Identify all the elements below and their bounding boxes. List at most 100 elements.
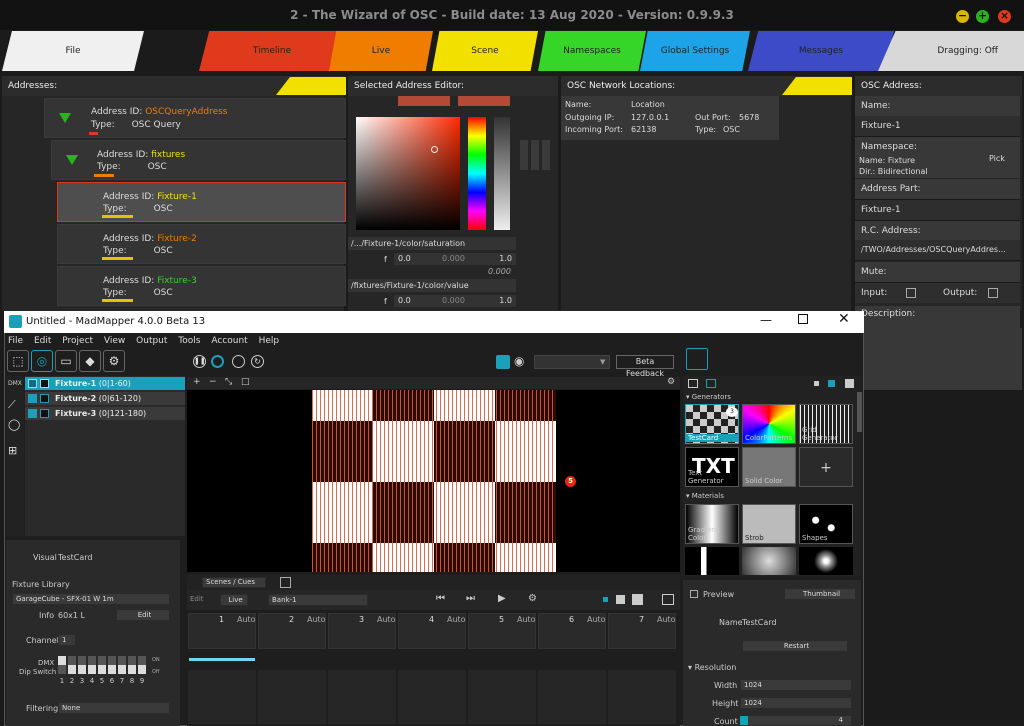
mode-toggle-icon[interactable] [232,355,245,368]
menu-output[interactable]: Output [136,336,167,346]
dmx-tool-label[interactable]: DMX [8,380,22,387]
bank-select[interactable]: Bank-1 [268,594,368,606]
cue-cell[interactable]: 5 Auto [468,613,536,649]
material-thumb[interactable] [799,547,853,575]
cue-cell[interactable]: 1 Auto [188,613,256,661]
address-item[interactable]: Address ID: fixtures Type: OSC [51,140,346,180]
material-thumb[interactable] [685,547,739,575]
dip-toggle[interactable] [128,656,136,674]
mm-maximize-icon[interactable] [798,314,808,324]
scenes-cues-select[interactable]: Scenes / Cues [202,577,266,588]
line-tool-icon[interactable]: ⟋ [8,398,16,412]
cue-cell[interactable]: 4 Auto [398,613,466,649]
mm-minimize-icon[interactable]: — [760,313,772,327]
library-scrollbar[interactable] [857,392,862,432]
edit-fixture-button[interactable]: Edit [116,609,170,621]
zoom-out-icon[interactable]: − [209,377,217,387]
lighting-icon[interactable]: ◎ [31,350,53,372]
expand-triangle-icon[interactable] [59,113,71,123]
frame-icon[interactable]: □ [241,377,250,387]
add-generator-button[interactable]: + [799,447,853,487]
previous-icon[interactable]: ⏮ [436,593,445,604]
namespace-value[interactable]: Name: Fixture Dir.: Bidirectional Pick [855,154,1020,178]
tab-messages[interactable]: Messages [748,31,894,71]
thumbnail-select[interactable]: Thumbnail [784,588,856,600]
generator-grid[interactable]: Grid Generator [799,404,853,444]
cubes-icon[interactable]: ◆ [79,350,101,372]
material-thumb[interactable] [742,547,796,575]
lock-icon[interactable] [40,409,49,418]
tab-dragging[interactable]: Dragging: Off [878,31,1024,71]
dip-toggle[interactable] [68,656,76,674]
output-checkbox[interactable] [988,288,998,298]
menu-view[interactable]: View [104,336,125,346]
hue-slider[interactable] [468,117,486,230]
menu-project[interactable]: Project [62,336,93,346]
preview-checkbox[interactable] [690,590,698,598]
color-swatch-after[interactable] [458,96,510,106]
material-gradient-color[interactable]: Gradient Color [685,504,739,544]
saturation-range[interactable]: 0.0 0.000 1.0 [394,253,516,265]
dip-toggle[interactable] [58,656,66,674]
generator-testcard[interactable]: 3 TestCard [685,404,739,444]
expand-triangle-icon[interactable] [66,155,78,165]
thumb-large-icon[interactable] [845,379,854,388]
maximize-icon[interactable]: + [976,10,989,23]
settings-gear-icon[interactable]: ⚙ [103,350,125,372]
blend-mode-icon[interactable] [211,355,224,368]
projector-icon[interactable]: ▭ [55,350,77,372]
pick-button[interactable]: Pick [989,154,1005,163]
picker-handle-icon[interactable] [431,146,438,153]
thumb-medium-icon[interactable] [828,380,835,387]
description-field[interactable] [855,328,1022,390]
zoom-in-icon[interactable]: + [193,377,201,387]
thumb-small-icon[interactable] [814,381,819,386]
popout-icon[interactable] [280,577,291,588]
dip-switch[interactable] [58,656,150,678]
generators-section[interactable]: ▾ Generators [686,393,731,401]
address-item[interactable]: Address ID: Fixture-2 Type: OSC [57,224,346,264]
pause-icon[interactable]: ❚❚ [193,355,206,368]
cue-cell[interactable]: 3 Auto [328,613,396,649]
tab-scene[interactable]: Scene [432,31,538,71]
eye-icon[interactable]: ◉ [514,354,524,368]
address-part-field[interactable]: Fixture-1 [855,200,1020,221]
tab-live[interactable]: Live [329,31,433,71]
mm-close-icon[interactable]: ✕ [838,311,850,327]
surfaces-icon[interactable]: ⬚ [7,350,29,372]
tab-file[interactable]: File [2,31,144,71]
close-icon[interactable]: × [998,10,1011,23]
beta-feedback-button[interactable]: Beta Feedback [616,355,674,378]
channel-input[interactable]: 1 [58,634,76,646]
address-item-selected[interactable]: Address ID: Fixture-1 Type: OSC [57,182,346,222]
cue-settings-icon[interactable]: ⚙ [528,593,537,604]
dip-toggle[interactable] [118,656,126,674]
color-swatch-before[interactable] [398,96,450,106]
view-large-icon[interactable] [632,594,643,605]
dip-toggle[interactable] [138,656,146,674]
menu-account[interactable]: Account [211,336,247,346]
restart-button[interactable]: Restart [742,640,848,652]
dip-toggle[interactable] [78,656,86,674]
lock-icon[interactable] [40,394,49,403]
input-checkbox[interactable] [906,288,916,298]
filtering-select[interactable]: None [58,702,170,714]
saturation-value-picker[interactable] [356,117,460,230]
generator-solid-color[interactable]: Solid Color [742,447,796,487]
material-shapes[interactable]: Shapes [799,504,853,544]
dip-toggle[interactable] [88,656,96,674]
play-icon[interactable]: ▶ [498,593,506,604]
export-icon[interactable] [686,348,708,370]
library-image-icon[interactable] [706,379,716,388]
minimize-icon[interactable]: − [956,10,969,23]
refresh-icon[interactable]: ↻ [251,355,264,368]
canvas-settings-icon[interactable]: ⚙ [667,377,675,387]
cue-cell[interactable]: 6 Auto [538,613,606,649]
add-folder-icon[interactable]: ⊞ [8,444,17,457]
fixture-row[interactable]: Fixture-3 (0|121-180) [25,407,185,420]
visibility-toggle-icon[interactable] [28,394,37,403]
menu-tools[interactable]: Tools [178,336,200,346]
tab-global-settings[interactable]: Global Settings [640,31,750,71]
width-input[interactable]: 1024 [740,679,852,691]
height-input[interactable]: 1024 [740,697,852,709]
